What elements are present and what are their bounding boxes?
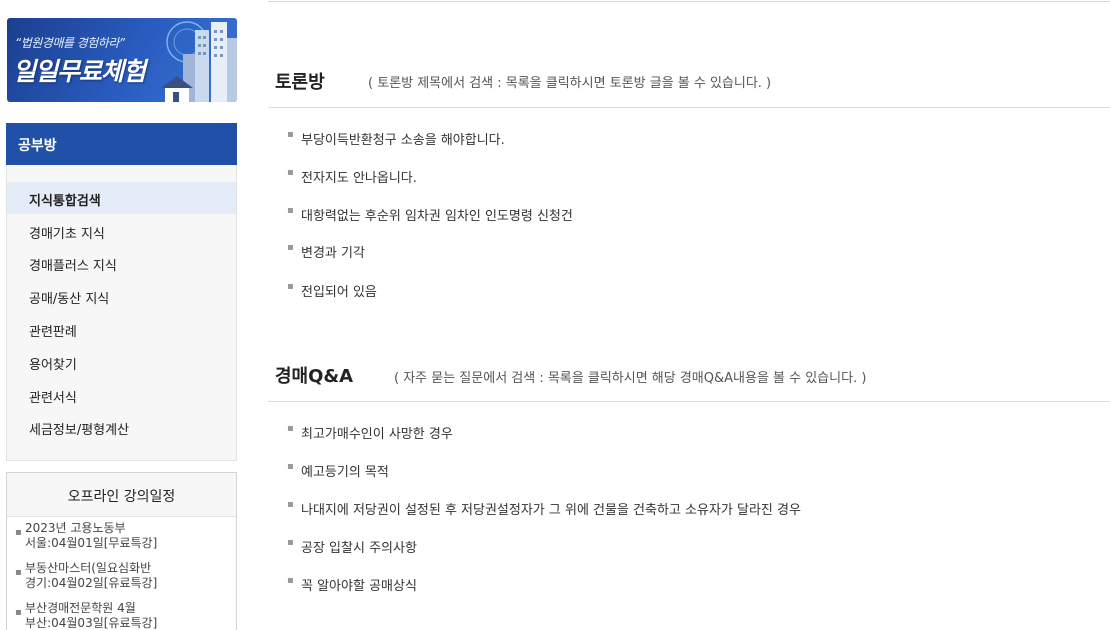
forum-title[interactable]: 토론방 — [275, 68, 325, 94]
bullet-icon: ▪ — [287, 537, 294, 548]
forum-divider — [268, 107, 1110, 108]
lecture-item[interactable]: ▪ 2023년 고용노동부 서울:04월01일[무료특강] — [7, 519, 236, 559]
qa-divider — [268, 401, 1110, 402]
forum-item-title: 전자지도 안나옵니다. — [301, 171, 417, 186]
lecture-item-date: 부산:04월03일[유료특강] — [25, 616, 158, 630]
forum-list-item[interactable]: ▪ 전입되어 있음 — [287, 281, 377, 300]
qa-item-title: 공장 입찰시 주의사항 — [301, 541, 417, 556]
bullet-icon: ▪ — [287, 499, 294, 510]
sidebar-item-glossary[interactable]: 용어찾기 — [7, 346, 236, 378]
lecture-schedule-title: 오프라인 강의일정 — [7, 473, 236, 517]
forum-item-title: 변경과 기각 — [301, 246, 365, 261]
lecture-item[interactable]: ▪ 부동산마스터(일요심화반 경기:04월02일[유료특강] — [7, 559, 236, 599]
forum-item-title: 대항력없는 후순위 임차권 임차인 인도명령 신청건 — [301, 209, 573, 224]
forum-list-item[interactable]: ▪ 전자지도 안나옵니다. — [287, 167, 417, 186]
lecture-item[interactable]: ▪ 부산경매전문학원 4월 부산:04월03일[유료특강] — [7, 599, 236, 630]
forum-list-item[interactable]: ▪ 대항력없는 후순위 임차권 임차인 인도명령 신청건 — [287, 205, 573, 224]
lecture-item-name: 부동산마스터(일요심화반 — [25, 561, 152, 575]
qa-item-title: 최고가매수인이 사망한 경우 — [301, 427, 453, 442]
lecture-item-date: 경기:04월02일[유료특강] — [25, 576, 158, 590]
qa-item-title: 나대지에 저당권이 설정된 후 저당권설정자가 그 위에 건물을 건축하고 소유… — [301, 503, 801, 518]
forum-list-item[interactable]: ▪ 변경과 기각 — [287, 242, 365, 261]
bullet-icon: ▪ — [287, 461, 294, 472]
qa-list-item[interactable]: ▪ 공장 입찰시 주의사항 — [287, 537, 417, 556]
lecture-item-date: 서울:04월01일[무료특강] — [25, 536, 158, 550]
qa-list-item[interactable]: ▪ 최고가매수인이 사망한 경우 — [287, 423, 453, 442]
qa-item-title: 예고등기의 목적 — [301, 465, 389, 480]
qa-list-item[interactable]: ▪ 예고등기의 목적 — [287, 461, 389, 480]
banner-subtitle: “법원경매를 경험하라” — [15, 36, 125, 50]
forum-description: ( 토론방 제목에서 검색 : 목록을 클릭하시면 토론방 글을 볼 수 있습니… — [368, 76, 772, 91]
bullet-icon: ▪ — [287, 423, 294, 434]
sidebar-item-tax-info[interactable]: 세금정보/평형계산 — [7, 411, 236, 443]
forum-item-title: 부당이득반환청구 소송을 해야합니다. — [301, 133, 505, 148]
study-room-menu: 지식통합검색 경매기초 지식 경매플러스 지식 공매/동산 지식 관련판례 용어… — [6, 165, 237, 461]
qa-item-title: 꼭 알아야할 공매상식 — [301, 579, 417, 594]
lecture-item-name: 2023년 고용노동부 — [25, 521, 126, 535]
qa-list-item[interactable]: ▪ 꼭 알아야할 공매상식 — [287, 575, 417, 594]
qa-title[interactable]: 경매Q&A — [275, 362, 353, 388]
bullet-icon: ▪ — [15, 567, 22, 578]
sidebar-item-auction-basics[interactable]: 경매기초 지식 — [7, 215, 236, 247]
sidebar-item-forms[interactable]: 관련서식 — [7, 379, 236, 411]
bullet-icon: ▪ — [287, 575, 294, 586]
lecture-item-name: 부산경매전문학원 4월 — [25, 601, 136, 615]
city-buildings-icon — [161, 21, 237, 102]
forum-list-item[interactable]: ▪ 부당이득반환청구 소송을 해야합니다. — [287, 129, 505, 148]
offline-lecture-schedule: 오프라인 강의일정 ▪ 2023년 고용노동부 서울:04월01일[무료특강] … — [6, 472, 237, 630]
bullet-icon: ▪ — [287, 167, 294, 178]
qa-list-item[interactable]: ▪ 나대지에 저당권이 설정된 후 저당권설정자가 그 위에 건물을 건축하고 소… — [287, 499, 801, 518]
forum-item-title: 전입되어 있음 — [301, 285, 377, 300]
bullet-icon: ▪ — [287, 242, 294, 253]
bullet-icon: ▪ — [15, 527, 22, 538]
bullet-icon: ▪ — [287, 281, 294, 292]
qa-description: ( 자주 묻는 질문에서 검색 : 목록을 클릭하시면 해당 경매Q&A내용을 … — [394, 371, 867, 386]
page: “법원경매를 경험하라” 일일무료체험 공부방 지식통합검색 경매기초 지식 경… — [0, 0, 1110, 630]
top-divider — [268, 0, 1110, 2]
study-room-header: 공부방 — [6, 123, 237, 165]
bullet-icon: ▪ — [15, 607, 22, 618]
bullet-icon: ▪ — [287, 205, 294, 216]
sidebar-item-precedents[interactable]: 관련판례 — [7, 313, 236, 345]
sidebar-item-public-sale[interactable]: 공매/동산 지식 — [7, 280, 236, 312]
sidebar-item-knowledge-search[interactable]: 지식통합검색 — [7, 182, 236, 214]
banner-title: 일일무료체험 — [13, 57, 146, 86]
bullet-icon: ▪ — [287, 129, 294, 140]
sidebar-item-auction-plus[interactable]: 경매플러스 지식 — [7, 247, 236, 279]
free-trial-banner[interactable]: “법원경매를 경험하라” 일일무료체험 — [7, 18, 237, 102]
